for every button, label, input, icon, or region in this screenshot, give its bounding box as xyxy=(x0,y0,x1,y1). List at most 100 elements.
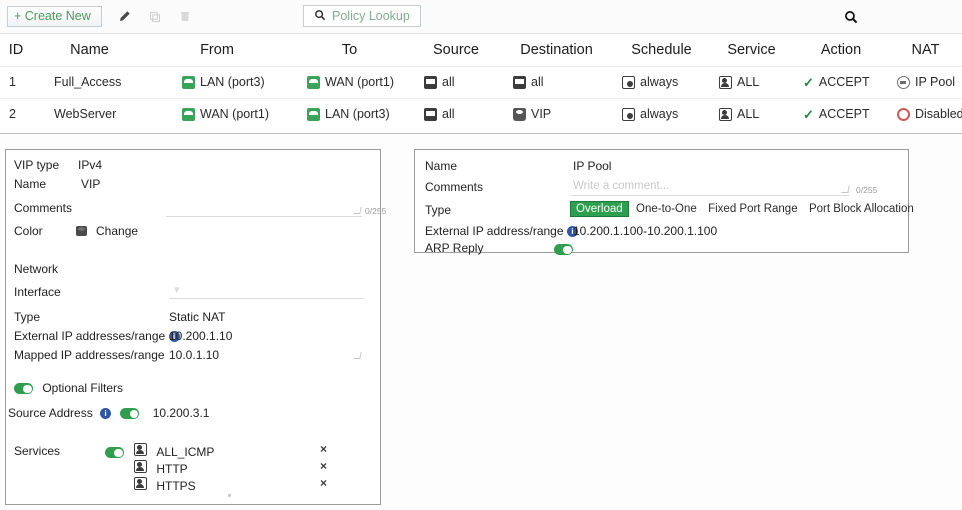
vip-optional-filters-row[interactable]: Optional Filters xyxy=(14,381,123,395)
cell-service: ALL xyxy=(710,66,793,98)
source-address-value: 10.200.3.1 xyxy=(153,406,210,420)
pool-comments-input[interactable]: Write a comment... xyxy=(573,180,669,192)
info-icon[interactable]: i xyxy=(100,408,111,419)
optional-filters-toggle[interactable] xyxy=(14,383,33,394)
panel-artifact-dot xyxy=(228,494,231,497)
type-option-overload[interactable]: Overload xyxy=(570,201,629,217)
column-header-action[interactable]: Action xyxy=(793,34,889,66)
remove-service-button[interactable]: × xyxy=(320,442,327,456)
interface-icon xyxy=(307,108,320,121)
service-list-item[interactable]: HTTPS xyxy=(134,477,196,493)
ip-pool-configuration-panel: Name IP Pool Comments Write a comment...… xyxy=(414,149,909,253)
type-option-one-to-one[interactable]: One-to-One xyxy=(632,202,701,216)
color-swatch-icon xyxy=(76,226,87,236)
vip-color-change-button[interactable]: Change xyxy=(96,224,138,238)
arp-reply-toggle[interactable] xyxy=(554,244,573,255)
pool-comments-counter: 0/255 xyxy=(856,185,877,195)
cell-action: ✓ ACCEPT xyxy=(793,66,889,98)
cell-to: WAN (port1) xyxy=(287,66,412,98)
services-toggle[interactable] xyxy=(105,447,124,458)
remove-service-button[interactable]: × xyxy=(320,476,327,490)
row-source: all xyxy=(442,107,455,121)
pool-external-ip-value: 10.200.1.100-10.200.1.100 xyxy=(573,224,717,238)
column-header-source[interactable]: Source xyxy=(412,34,500,66)
column-header-name[interactable]: Name xyxy=(32,34,147,66)
column-header-id[interactable]: ID xyxy=(0,34,32,66)
vip-comments-input[interactable] xyxy=(166,216,362,217)
check-icon: ✓ xyxy=(803,108,814,121)
type-option-fixed-port-range[interactable]: Fixed Port Range xyxy=(704,202,802,216)
row-action: ACCEPT xyxy=(819,107,870,121)
pool-comments-label: Comments xyxy=(425,180,483,194)
column-header-from[interactable]: From xyxy=(147,34,287,66)
vip-type-field-value: Static NAT xyxy=(169,310,225,324)
service-icon xyxy=(134,443,147,456)
policy-lookup-button[interactable]: Policy Lookup xyxy=(303,5,421,27)
cell-service: ALL xyxy=(710,98,793,130)
cell-from: LAN (port3) xyxy=(147,66,287,98)
row-source: all xyxy=(442,75,455,89)
vip-external-ip-value: 10.200.1.10 xyxy=(169,329,232,343)
schedule-icon xyxy=(622,108,635,121)
pencil-icon[interactable] xyxy=(110,6,140,28)
cell-name: Full_Access xyxy=(32,66,147,98)
service-list-item[interactable]: ALL_ICMP xyxy=(134,443,214,459)
service-icon xyxy=(134,460,147,473)
vip-interface-input[interactable] xyxy=(169,298,364,299)
interface-icon xyxy=(182,76,195,89)
row-destination: VIP xyxy=(531,107,551,121)
cell-to: LAN (port3) xyxy=(287,98,412,130)
schedule-icon xyxy=(622,76,635,89)
vip-color-swatch-wrap[interactable] xyxy=(76,223,87,237)
vip-mapped-ip-label: Mapped IP addresses/range xyxy=(14,348,165,362)
create-new-label: + Create New xyxy=(14,7,91,26)
vip-interface-label: Interface xyxy=(14,285,61,299)
cell-id: 2 xyxy=(0,98,32,130)
column-header-nat[interactable]: NAT xyxy=(889,34,962,66)
clone-icon xyxy=(140,6,170,28)
service-list-item[interactable]: HTTP xyxy=(134,460,188,476)
cell-action: ✓ ACCEPT xyxy=(793,98,889,130)
pool-comments-resize-handle[interactable] xyxy=(841,186,849,193)
column-header-to[interactable]: To xyxy=(287,34,412,66)
pool-arp-reply-label: ARP Reply xyxy=(425,241,483,255)
table-search-icon[interactable] xyxy=(840,6,862,28)
row-destination: all xyxy=(531,75,544,89)
row-name: Full_Access xyxy=(54,75,121,89)
table-row[interactable]: 2 WebServer WAN (port1) L xyxy=(0,98,962,130)
cell-destination: all xyxy=(500,66,613,98)
services-toggle-wrap[interactable] xyxy=(105,445,124,459)
create-new-button[interactable]: + Create New xyxy=(7,6,102,27)
policy-toolbar: + Create New xyxy=(0,0,962,33)
arp-reply-toggle-wrap[interactable] xyxy=(554,242,573,256)
column-header-service[interactable]: Service xyxy=(710,34,793,66)
row-nat: IP Pool xyxy=(915,75,955,89)
vip-type-value: IPv4 xyxy=(78,158,102,172)
check-icon: ✓ xyxy=(803,76,814,89)
cell-source: all xyxy=(412,66,500,98)
table-header-row: ID Name From To Source Destination Sched… xyxy=(0,34,962,66)
service-name: ALL_ICMP xyxy=(156,445,214,459)
row-schedule: always xyxy=(640,107,678,121)
address-icon xyxy=(424,108,437,121)
policy-table-container: ID Name From To Source Destination Sched… xyxy=(0,33,962,134)
table-row[interactable]: 1 Full_Access LAN (port3) xyxy=(0,66,962,98)
type-option-port-block-allocation[interactable]: Port Block Allocation xyxy=(805,202,918,216)
column-header-schedule[interactable]: Schedule xyxy=(613,34,710,66)
row-service: ALL xyxy=(737,75,759,89)
vip-source-address-row: Source Address i 10.200.3.1 xyxy=(8,406,209,420)
remove-service-button[interactable]: × xyxy=(320,459,327,473)
row-to: LAN (port3) xyxy=(325,107,390,121)
vip-mapped-ip-resize-handle[interactable] xyxy=(353,352,361,359)
column-header-destination[interactable]: Destination xyxy=(500,34,613,66)
vip-type-field-label: Type xyxy=(14,310,40,324)
vip-comments-label: Comments xyxy=(14,201,72,215)
row-from: LAN (port3) xyxy=(200,75,265,89)
vip-name-label: Name xyxy=(14,177,46,191)
vip-comments-resize-handle[interactable] xyxy=(353,207,361,214)
vip-type-label: VIP type xyxy=(14,158,59,172)
source-address-toggle[interactable] xyxy=(120,408,139,419)
row-id: 2 xyxy=(9,107,16,121)
service-icon xyxy=(719,76,732,89)
service-name: HTTPS xyxy=(156,479,195,493)
